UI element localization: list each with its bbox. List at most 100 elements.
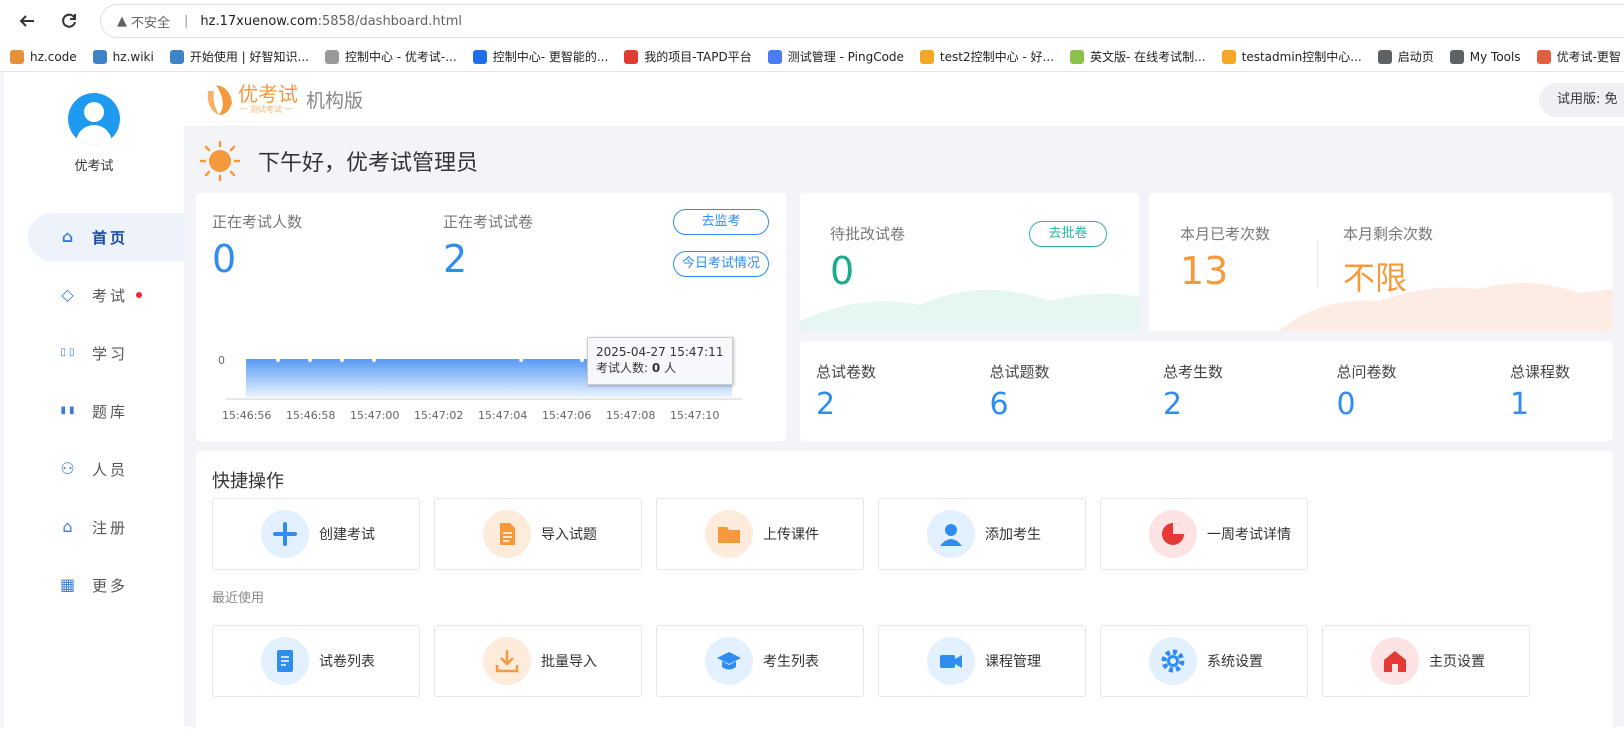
bookmark-item[interactable]: test2控制中心 - 好... — [919, 48, 1054, 65]
sidebar-item-label: 题库 — [92, 402, 129, 421]
bookmark-label: hz.code — [30, 49, 77, 64]
username: 优考试 — [74, 159, 114, 174]
action-label: 课程管理 — [985, 654, 1041, 670]
tooltip-label: 考试人数: — [596, 361, 649, 375]
avatar[interactable] — [68, 93, 120, 145]
chart-point — [372, 358, 376, 362]
bookmark-item[interactable]: 测试管理 - PingCode — [767, 48, 904, 65]
logo[interactable]: 优考试 一 测试考试 一 机构版 — [204, 81, 363, 117]
trial-badge[interactable]: 试用版: 免 — [1539, 83, 1624, 117]
recent-action-button[interactable]: 试卷列表 — [212, 625, 420, 697]
bookmark-favicon-icon — [1221, 49, 1236, 64]
divider — [1317, 241, 1318, 287]
sidebar-item[interactable]: ▦ 更多 — [28, 561, 184, 609]
bookmark-item[interactable]: 我的项目-TAPD平台 — [624, 48, 752, 65]
video-icon — [927, 637, 975, 685]
bookmark-favicon-icon — [624, 49, 639, 64]
bookmark-favicon-icon — [919, 49, 934, 64]
monthly-usage-card: 本月已考次数 13 本月剩余次数 不限 — [1149, 193, 1613, 331]
sidebar-item[interactable]: ▮▮ 题库 — [28, 387, 184, 435]
recent-action-button[interactable]: 系统设置 — [1100, 625, 1308, 697]
bookmark-favicon-icon — [1536, 49, 1551, 64]
chart-point — [308, 358, 312, 362]
total-label: 总试卷数 — [816, 363, 877, 381]
recent-action-button[interactable]: 主页设置 — [1322, 625, 1530, 697]
bookmark-label: My Tools — [1469, 49, 1521, 64]
total-label: 总试题数 — [989, 363, 1050, 381]
sidebar-item[interactable]: ⚇ 人员 — [28, 445, 184, 493]
tooltip-time: 2025-04-27 15:47:11 — [596, 345, 724, 359]
action-label: 批量导入 — [541, 654, 597, 670]
quick-action-button[interactable]: 上传课件 — [656, 498, 864, 570]
bookmark-favicon-icon — [1377, 49, 1392, 64]
exam-trend-chart: 0 15:46:56 15:46:58 15:47:00 15:47:02 15:47:0… — [218, 354, 742, 422]
sidebar-item[interactable]: ▯▯ 学习 — [28, 329, 184, 377]
bookmark-label: 优考试-更智 — [1556, 50, 1621, 64]
quick-actions-title: 快捷操作 — [212, 471, 284, 492]
total-value: 1 — [1510, 387, 1530, 422]
bookmark-favicon-icon — [10, 49, 24, 64]
bookmark-favicon-icon — [1070, 49, 1085, 64]
bar-chart-icon: ▮▮ — [60, 405, 78, 416]
action-label: 系统设置 — [1207, 654, 1263, 670]
arrow-left-icon — [19, 15, 34, 27]
bookmark-item[interactable]: My Tools — [1449, 49, 1521, 64]
sidebar-item[interactable]: ◇ 考试 — [28, 271, 184, 319]
bookmark-label: 启动页 — [1397, 50, 1434, 64]
x-tick-label: 15:47:02 — [414, 409, 463, 422]
y-tick-label: 0 — [218, 354, 225, 367]
action-label: 考生列表 — [763, 654, 819, 670]
grade-button[interactable]: 去批卷 — [1029, 221, 1107, 247]
sidebar-item[interactable]: ⌂ 注册 — [28, 503, 184, 551]
header: 优考试 一 测试考试 一 机构版 试用版: 免 — [184, 73, 1624, 127]
sidebar-item-label: 人员 — [92, 460, 129, 479]
person-icon — [927, 510, 975, 558]
bookmark-favicon-icon — [92, 49, 107, 64]
reload-button[interactable] — [54, 6, 84, 36]
recent-action-button[interactable]: 考生列表 — [656, 625, 864, 697]
home-icon: ⌂ — [62, 517, 76, 536]
bookmark-favicon-icon — [767, 49, 782, 64]
recent-title: 最近使用 — [212, 591, 265, 606]
used-count-label: 本月已考次数 — [1180, 225, 1271, 243]
warning-icon: ▲ — [117, 13, 127, 29]
x-tick-label: 15:47:08 — [606, 409, 655, 422]
quick-action-button[interactable]: 创建考试 — [212, 498, 420, 570]
recent-action-button[interactable]: 课程管理 — [878, 625, 1086, 697]
grading-label: 待批改试卷 — [830, 225, 906, 243]
bookmark-item[interactable]: testadmin控制中心... — [1221, 48, 1362, 65]
bookmark-favicon-icon — [472, 49, 487, 64]
bookmark-item[interactable]: 控制中心- 更智能的... — [472, 48, 608, 65]
bookmark-item[interactable]: hz.wiki — [92, 49, 154, 64]
bookmark-favicon-icon — [169, 49, 184, 64]
bookmark-item[interactable]: 启动页 — [1377, 48, 1434, 65]
bookmark-label: 开始使用 | 好智知识... — [189, 50, 309, 64]
tag-icon: ◇ — [61, 285, 77, 304]
sidebar-item[interactable]: ⌂ 首页 — [28, 213, 184, 261]
user-icon: ⚇ — [60, 459, 78, 478]
sidebar: 优考试 ⌂ 首页 ◇ 考试 ▯▯ 学习 ▮▮ 题库 ⚇ 人员 ⌂ 注册 ▦ 更多 — [4, 73, 184, 727]
total-label: 总问卷数 — [1336, 363, 1397, 381]
quick-action-button[interactable]: 一周考试详情 — [1100, 498, 1308, 570]
total-label: 总考生数 — [1163, 363, 1224, 381]
logo-icon — [207, 85, 232, 115]
bookmark-item[interactable]: 优考试-更智 — [1536, 48, 1621, 65]
bookmark-item[interactable]: 英文版- 在线考试制... — [1070, 48, 1206, 65]
bookmark-item[interactable]: hz.code — [10, 49, 77, 64]
grading-card: 待批改试卷 0 去批卷 — [800, 193, 1139, 331]
quick-action-button[interactable]: 添加考生 — [878, 498, 1086, 570]
bookmark-item[interactable]: 开始使用 | 好智知识... — [169, 48, 309, 65]
recent-action-button[interactable]: 批量导入 — [434, 625, 642, 697]
bookmark-item[interactable]: 控制中心 - 优考试-... — [324, 48, 457, 65]
quick-action-button[interactable]: 导入试题 — [434, 498, 642, 570]
back-button[interactable] — [12, 6, 42, 36]
x-tick-label: 15:46:56 — [222, 409, 271, 422]
chart-point — [276, 358, 280, 362]
bookmark-label: hz.wiki — [112, 49, 154, 64]
action-label: 试卷列表 — [319, 654, 375, 670]
house-icon — [1371, 637, 1419, 685]
address-bar[interactable]: ▲ 不安全 | hz.17xuenow.com:5858/dashboard.h… — [100, 4, 1624, 38]
document-icon — [483, 510, 531, 558]
remain-count-label: 本月剩余次数 — [1343, 225, 1434, 243]
url-path: :5858/dashboard.html — [317, 13, 462, 29]
